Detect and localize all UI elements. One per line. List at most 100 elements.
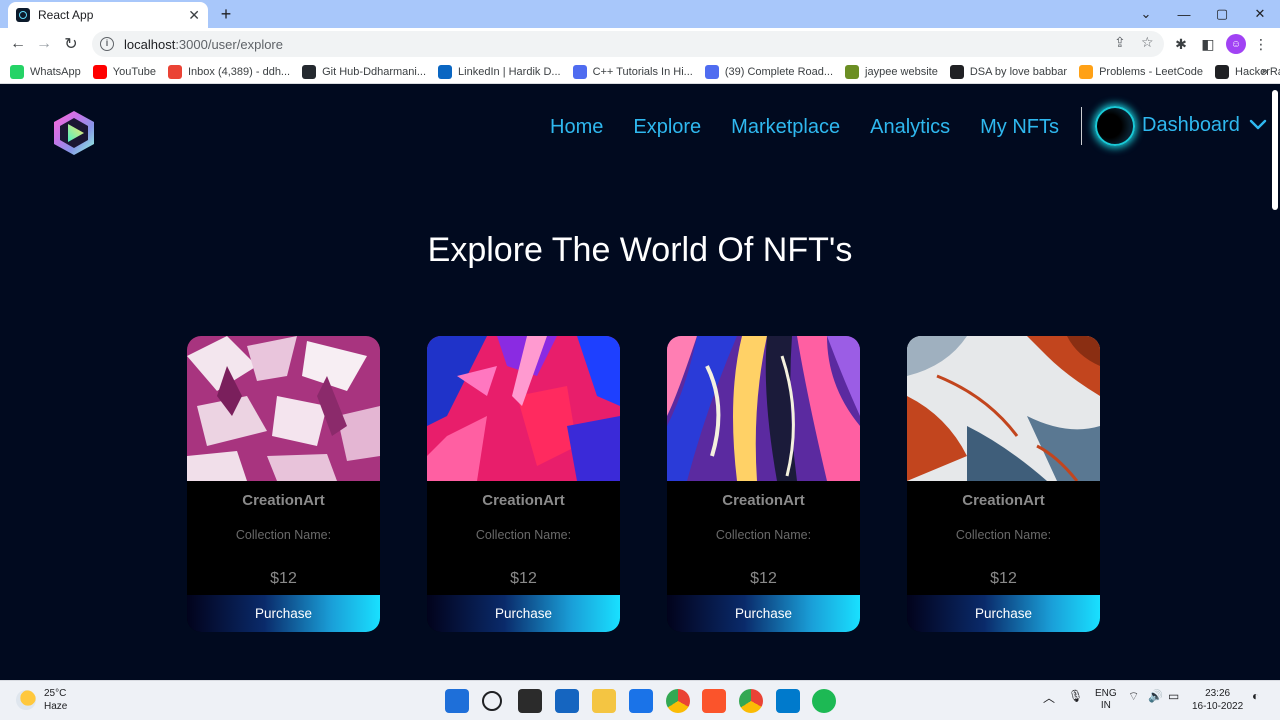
chevron-down-icon[interactable] bbox=[1248, 115, 1268, 135]
clock-time: 23:26 bbox=[1205, 688, 1231, 699]
nft-price: $12 bbox=[990, 570, 1017, 587]
bookmark-item[interactable]: jaypee website bbox=[845, 64, 938, 79]
bookmarks-more-icon[interactable]: » bbox=[1261, 64, 1268, 78]
volume-icon[interactable]: 🔊 bbox=[1148, 689, 1163, 703]
bookmark-item[interactable]: Problems - LeetCode bbox=[1079, 64, 1203, 79]
bookmark-star-icon[interactable]: ☆ bbox=[1141, 34, 1154, 51]
explore-page: Home Explore Marketplace Analytics My NF… bbox=[0, 85, 1280, 680]
nft-artwork-image[interactable] bbox=[427, 336, 620, 481]
bookmark-item[interactable]: Git Hub-Ddharmani... bbox=[302, 64, 427, 79]
bookmark-favicon-icon bbox=[92, 64, 107, 79]
bookmark-label: WhatsApp bbox=[30, 65, 81, 78]
tray-chevron-icon[interactable]: ︿ bbox=[1043, 689, 1055, 706]
collection-name: Collection Name: bbox=[475, 528, 572, 542]
start-icon[interactable] bbox=[445, 689, 469, 713]
bookmark-item[interactable]: (39) Complete Road... bbox=[704, 64, 834, 79]
share-icon[interactable]: ⇪ bbox=[1114, 34, 1126, 51]
bookmark-item[interactable]: DSA by love babbar bbox=[949, 64, 1068, 79]
new-tab-button[interactable]: + bbox=[216, 4, 236, 24]
chrome-icon[interactable] bbox=[666, 689, 690, 713]
bookmark-favicon-icon bbox=[1079, 64, 1094, 79]
url-host: localhost bbox=[124, 36, 176, 52]
menu-icon[interactable]: ⋮ bbox=[1252, 35, 1270, 53]
nft-card: CreationArt Collection Name: $12 Purchas… bbox=[667, 336, 860, 632]
store-icon[interactable] bbox=[555, 689, 579, 713]
language-indicator[interactable]: ENG IN bbox=[1095, 688, 1117, 712]
close-window-icon[interactable]: ✕ bbox=[1242, 0, 1278, 28]
clock-date: 16-10-2022 bbox=[1192, 701, 1244, 712]
microphone-icon[interactable]: 🎙 bbox=[1068, 689, 1083, 703]
nav-home[interactable]: Home bbox=[550, 116, 603, 139]
system-clock[interactable]: 23:26 16-10-2022 bbox=[1192, 687, 1243, 713]
search-icon[interactable] bbox=[482, 691, 502, 711]
nav-divider bbox=[1081, 107, 1082, 145]
bookmark-label: Inbox (4,389) - ddh... bbox=[187, 65, 291, 78]
vscode-icon[interactable] bbox=[776, 689, 800, 713]
bookmark-favicon-icon bbox=[10, 64, 24, 79]
brave-icon[interactable] bbox=[702, 689, 726, 713]
purchase-button[interactable]: Purchase bbox=[907, 595, 1100, 632]
bookmark-item[interactable]: C++ Tutorials In Hi... bbox=[572, 64, 693, 79]
page-title: Explore The World Of NFT's bbox=[427, 231, 853, 269]
bookmark-item[interactable]: WhatsApp bbox=[10, 64, 81, 79]
url-path: :3000/user/explore bbox=[175, 36, 283, 52]
address-bar[interactable]: i localhost:3000/user/explore bbox=[92, 31, 1164, 57]
extensions-icon[interactable]: ✱ bbox=[1172, 35, 1190, 53]
nft-artwork-image[interactable] bbox=[187, 336, 380, 481]
bookmark-item[interactable]: HackerRank bbox=[1215, 64, 1280, 79]
chrome-active-icon[interactable] bbox=[739, 689, 763, 713]
dashboard-menu[interactable]: Dashboard bbox=[1142, 114, 1240, 137]
nav-my-nfts[interactable]: My NFTs bbox=[980, 116, 1059, 139]
weather-icon bbox=[16, 690, 36, 710]
minimize-icon[interactable]: — bbox=[1166, 0, 1202, 28]
site-info-icon[interactable]: i bbox=[100, 37, 114, 51]
purchase-button[interactable]: Purchase bbox=[667, 595, 860, 632]
nav-marketplace[interactable]: Marketplace bbox=[731, 116, 840, 139]
back-icon[interactable]: ← bbox=[7, 33, 29, 55]
nft-name: CreationArt bbox=[482, 492, 565, 509]
side-panel-icon[interactable]: ◧ bbox=[1199, 35, 1217, 53]
browser-tab[interactable]: React App ✕ bbox=[8, 2, 208, 28]
spotify-icon[interactable] bbox=[812, 689, 836, 713]
nav-explore[interactable]: Explore bbox=[633, 116, 701, 139]
wifi-icon[interactable]: ⌔ bbox=[1128, 689, 1139, 704]
app-logo-icon[interactable] bbox=[52, 109, 96, 157]
bookmark-label: (39) Complete Road... bbox=[724, 65, 834, 78]
profile-avatar[interactable]: ☺ bbox=[1226, 34, 1246, 54]
bookmark-label: LinkedIn | Hardik D... bbox=[458, 65, 561, 78]
nav-analytics[interactable]: Analytics bbox=[870, 116, 950, 139]
bookmark-label: Git Hub-Ddharmani... bbox=[322, 65, 427, 78]
forward-icon[interactable]: → bbox=[33, 33, 55, 55]
purchase-button[interactable]: Purchase bbox=[187, 595, 380, 632]
nft-artwork-image[interactable] bbox=[907, 336, 1100, 481]
nft-name: CreationArt bbox=[722, 492, 805, 509]
bookmark-item[interactable]: Inbox (4,389) - ddh... bbox=[167, 64, 291, 79]
bookmark-item[interactable]: YouTube bbox=[92, 64, 156, 79]
maximize-icon[interactable]: ▢ bbox=[1204, 0, 1240, 28]
bookmark-favicon-icon bbox=[1215, 64, 1230, 79]
purchase-button[interactable]: Purchase bbox=[427, 595, 620, 632]
scrollbar-thumb[interactable] bbox=[1272, 90, 1278, 210]
browser-toolbar: ← → ↻ i localhost:3000/user/explore ⇪ ☆ … bbox=[0, 28, 1280, 60]
nft-card: CreationArt Collection Name: $12 Purchas… bbox=[187, 336, 380, 632]
user-avatar[interactable] bbox=[1095, 106, 1135, 146]
file-explorer-icon[interactable] bbox=[592, 689, 616, 713]
region-code: IN bbox=[1100, 700, 1111, 711]
bookmark-favicon-icon bbox=[949, 64, 964, 79]
bookmark-label: DSA by love babbar bbox=[969, 65, 1068, 78]
bookmark-favicon-icon bbox=[572, 64, 587, 79]
mail-icon[interactable] bbox=[629, 689, 653, 713]
tab-close-icon[interactable]: ✕ bbox=[188, 7, 200, 24]
weather-widget[interactable]: 25°C Haze bbox=[16, 687, 67, 713]
reload-icon[interactable]: ↻ bbox=[60, 33, 82, 55]
bookmark-item[interactable]: LinkedIn | Hardik D... bbox=[438, 64, 561, 79]
tab-search-icon[interactable]: ⌄ bbox=[1128, 0, 1164, 28]
collection-name: Collection Name: bbox=[235, 528, 332, 542]
task-view-icon[interactable] bbox=[518, 689, 542, 713]
nft-name: CreationArt bbox=[242, 492, 325, 509]
collection-name: Collection Name: bbox=[955, 528, 1052, 542]
nft-artwork-image[interactable] bbox=[667, 336, 860, 481]
battery-icon[interactable]: ▭ bbox=[1168, 689, 1179, 703]
nft-name: CreationArt bbox=[962, 492, 1045, 509]
notification-icon[interactable]: ◐ bbox=[1252, 689, 1259, 703]
